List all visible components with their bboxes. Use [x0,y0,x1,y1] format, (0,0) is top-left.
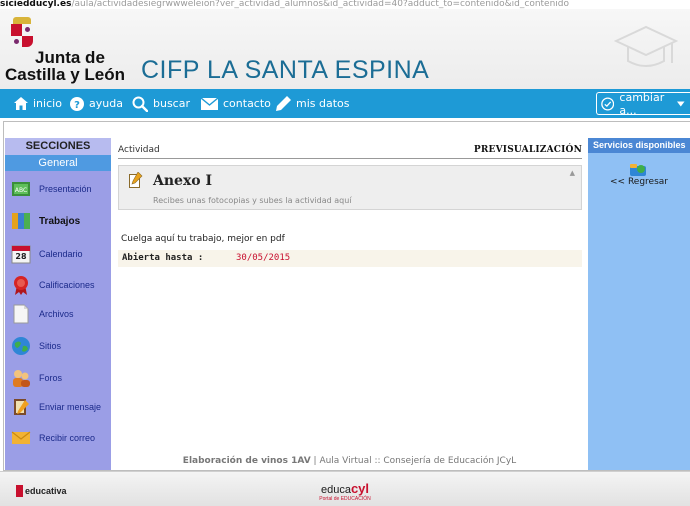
nav-inicio-label: inicio [33,97,62,110]
activity-subtitle: Recibes unas fotocopias y subes la activ… [153,196,352,205]
sidebar-label-recibir-correo: Recibir correo [39,433,96,443]
envelope-icon [11,428,31,448]
sidebar-label-foros: Foros [39,373,63,383]
main-navbar: inicio ? ayuda buscar contacto mis datos [0,89,690,118]
sidebar-label-calificaciones: Calificaciones [39,280,95,290]
presentation-icon: ABC [11,179,31,199]
switch-course-label: cambiar a... [619,90,665,117]
sidebar-item-recibir-correo[interactable]: Recibir correo [5,426,111,450]
site-header: Junta de Castilla y León CIFP LA SANTA E… [0,9,690,89]
home-icon [14,97,28,110]
sidebar-label-sitios: Sitios [39,341,62,351]
nav-ayuda-label: ayuda [89,97,123,110]
nav-buscar[interactable]: buscar [132,89,190,118]
main-content: Actividad PREVISUALIZACIÓN Anexo I Recib… [111,138,588,470]
content-header: Actividad PREVISUALIZACIÓN [118,145,582,157]
nav-inicio[interactable]: inicio [14,89,62,118]
calendar-day: 28 [15,252,27,261]
switch-circle-icon [601,96,615,111]
sidebar-general-tab[interactable]: General [5,155,111,171]
forum-icon [11,368,31,388]
page-footer: educativa educacyl Portal de EDUCACIÓN [0,471,690,506]
educacyl-logo[interactable]: educacyl Portal de EDUCACIÓN [0,478,690,502]
preview-label: PREVISUALIZACIÓN [473,145,582,155]
header-divider [118,158,582,159]
address-domain: siciedducyl.es [0,0,72,9]
educacyl-prefix: educa [320,484,351,496]
sidebar-label-archivos: Archivos [39,309,74,319]
educacyl-suffix: cyl [350,481,370,496]
footer-text: | Aula Virtual :: Consejería de Educació… [310,456,517,466]
sidebar-item-enviar-mensaje[interactable]: Enviar mensaje [5,395,111,419]
sidebar-item-calificaciones[interactable]: Calificaciones [5,273,111,297]
collapse-arrow-icon[interactable]: ▲ [570,169,575,177]
assignments-icon [11,211,31,231]
deadline-date: 30/05/2015 [236,253,291,263]
section-label: Actividad [118,145,160,155]
address-path: /aula/actividadesiegrwwweleion?ver_activ… [71,0,570,9]
sidebar-item-trabajos[interactable]: Trabajos [5,209,111,233]
coat-of-arms-icon [11,17,33,47]
calendar-icon: 28 [11,244,31,264]
sidebar-heading: SECCIONES [5,138,111,155]
site-title: CIFP LA SANTA ESPINA [141,56,430,84]
svg-text:?: ? [74,100,80,111]
edit-document-icon [129,172,143,188]
nav-mis-datos[interactable]: mis datos [276,89,350,118]
sidebar-item-presentacion[interactable]: ABC Presentación [5,177,111,201]
sidebar-item-archivos[interactable]: Archivos [5,302,111,326]
sidebar-label-calendario: Calendario [39,249,83,259]
educacyl-subtitle: Portal de EDUCACIÓN [319,496,371,502]
caret-down-icon [677,100,685,107]
sidebar-item-foros[interactable]: Foros [5,366,111,390]
svg-text:ABC: ABC [15,187,27,194]
sidebar-label-enviar-mensaje: Enviar mensaje [39,402,102,412]
content-footer: Elaboración de vinos 1AV | Aula Virtual … [111,456,588,466]
back-link[interactable]: << Regresar [588,177,690,187]
course-name: Elaboración de vinos 1AV [182,456,311,466]
nav-mis-datos-label: mis datos [296,97,350,110]
graduation-cap-watermark-icon [614,25,678,67]
mail-icon [201,97,218,110]
sidebar-label-presentacion: Presentación [39,184,92,194]
upload-instructions: Cuelga aquí tu trabajo, mejor en pdf [121,234,285,244]
send-message-icon [11,397,31,417]
files-icon [11,304,31,324]
switch-course-dropdown[interactable]: cambiar a... [596,90,690,117]
nav-ayuda[interactable]: ? ayuda [70,89,123,118]
activity-title: Anexo I [153,173,213,189]
help-icon: ? [70,96,84,111]
search-icon [132,96,148,112]
deadline-row: Abierta hasta : 30/05/2015 [118,250,582,267]
sidebar-item-sitios[interactable]: Sitios [5,334,111,358]
sidebar-label-trabajos: Trabajos [39,215,81,227]
junta-logo[interactable]: Junta de Castilla y León [5,15,125,87]
nav-contacto-label: contacto [223,97,271,110]
services-panel: Servicios disponibles << Regresar [588,138,690,470]
activity-card: Anexo I Recibes unas fotocopias y subes … [118,165,582,210]
globe-icon [11,336,31,356]
services-heading: Servicios disponibles [588,138,690,153]
sidebar-item-calendario[interactable]: 28 Calendario [5,242,111,266]
nav-contacto[interactable]: contacto [201,89,271,118]
grades-ribbon-icon [11,275,31,295]
nav-buscar-label: buscar [153,97,190,110]
logo-text-line2: Castilla y León [5,65,125,84]
return-folder-icon[interactable] [629,163,647,177]
sections-sidebar: SECCIONES General ABC Presentación Traba… [5,138,111,470]
deadline-label: Abierta hasta : [122,253,204,263]
pencil-icon [276,96,291,111]
address-bar[interactable]: siciedducyl.es/aula/actividadesiegrwwwel… [0,0,690,9]
